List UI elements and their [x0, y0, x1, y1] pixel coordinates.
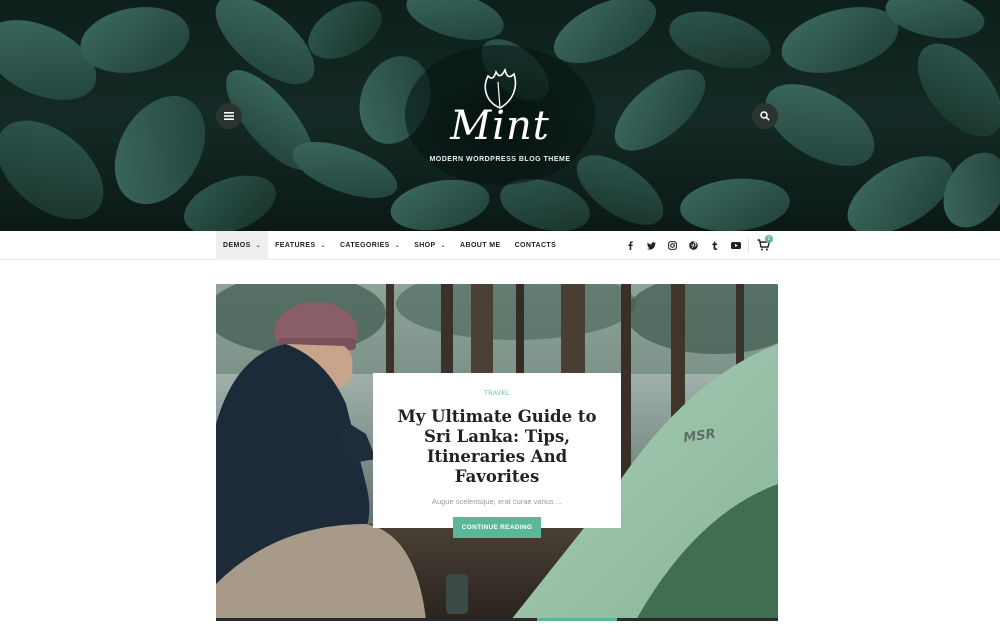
cart-count-badge: 0	[765, 235, 773, 243]
slider-progress-bar[interactable]	[216, 618, 778, 621]
tumblr-icon[interactable]	[704, 231, 725, 260]
youtube-icon[interactable]	[725, 231, 746, 260]
post-category-link[interactable]: Travel	[373, 391, 621, 397]
chevron-down-icon: ⌄	[440, 243, 447, 249]
chevron-down-icon: ⌄	[320, 243, 326, 249]
facebook-icon[interactable]	[620, 231, 641, 260]
post-title-link[interactable]: My Ultimate Guide to Sri Lanka: Tips, It…	[391, 407, 603, 487]
logo-text: Mint	[450, 103, 550, 149]
twitter-icon[interactable]	[641, 231, 662, 260]
social-links	[620, 231, 746, 260]
nav-item-contacts[interactable]: Contacts	[508, 231, 564, 260]
site-logo[interactable]: Mint Modern WordPress Blog Theme	[400, 68, 600, 163]
search-button[interactable]	[752, 103, 778, 129]
pinterest-icon[interactable]	[683, 231, 704, 260]
nav-menu: Demos ⌄ Features ⌄ Categories ⌄ Shop ⌄ A…	[216, 231, 563, 260]
search-icon	[760, 111, 770, 121]
chevron-down-icon: ⌄	[394, 243, 401, 249]
continue-reading-button[interactable]: Continue Reading	[452, 517, 542, 538]
main-navigation: Demos ⌄ Features ⌄ Categories ⌄ Shop ⌄ A…	[0, 231, 1000, 260]
nav-item-features[interactable]: Features ⌄	[268, 231, 333, 260]
slider-active-segment	[537, 618, 617, 621]
nav-divider	[748, 237, 749, 254]
nav-item-categories[interactable]: Categories ⌄	[333, 231, 407, 260]
nav-item-demos[interactable]: Demos ⌄	[216, 231, 269, 260]
hamburger-icon	[224, 112, 234, 120]
featured-post[interactable]: MSR Travel My Ultimate Guide to Sri Lank…	[216, 284, 778, 620]
post-excerpt: Augue scelerisque, erat curae varius ...	[431, 497, 563, 506]
nav-item-shop[interactable]: Shop ⌄	[407, 231, 453, 260]
menu-toggle-button[interactable]	[216, 103, 242, 129]
hero-header: Mint Modern WordPress Blog Theme	[0, 0, 1000, 231]
post-card: Travel My Ultimate Guide to Sri Lanka: T…	[373, 373, 621, 538]
chevron-down-icon: ⌄	[255, 243, 262, 249]
site-tagline: Modern WordPress Blog Theme	[429, 156, 571, 163]
nav-item-about-me[interactable]: About Me	[453, 231, 508, 260]
cart-button[interactable]: 0	[757, 235, 773, 254]
instagram-icon[interactable]	[662, 231, 683, 260]
